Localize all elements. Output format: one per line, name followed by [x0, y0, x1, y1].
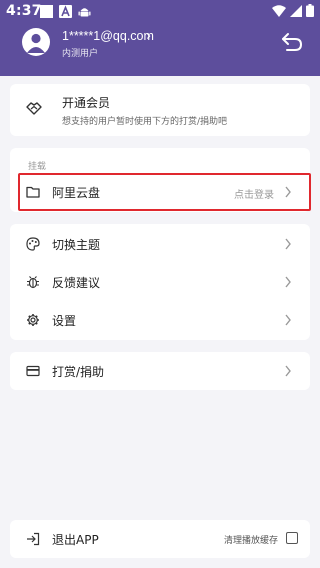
settings-label: 设置: [52, 314, 77, 328]
android-icon: [78, 8, 91, 17]
mount-card: 挂载 阿里云盘 点击登录: [10, 148, 311, 212]
menu-card: 切换主题 反馈建议 设置: [10, 224, 310, 340]
donate-row[interactable]: 打赏/捐助: [10, 353, 310, 389]
chevron-right-icon: [285, 238, 291, 250]
account-email[interactable]: 1*****1@qq.com: [62, 29, 154, 43]
vip-card[interactable]: 开通会员 想支持的用户暂时使用下方的打赏/捐助吧: [10, 84, 310, 136]
status-bar: 4:37: [0, 0, 320, 24]
clear-cache-checkbox[interactable]: [286, 532, 298, 544]
battery-icon: [306, 4, 314, 17]
clear-cache-label: 清理播放缓存: [223, 536, 278, 546]
donate-card: 打赏/捐助: [10, 352, 310, 390]
account-role: 内测用户: [62, 49, 99, 59]
bug-icon: [27, 276, 39, 289]
logout-card: 退出APP 清理播放缓存: [10, 520, 310, 558]
back-icon[interactable]: [281, 32, 303, 52]
status-indicators: [272, 4, 314, 17]
status-time: 4:37: [6, 3, 42, 19]
donate-label: 打赏/捐助: [52, 365, 105, 379]
feedback-label: 反馈建议: [52, 276, 101, 290]
wifi-icon: [272, 4, 286, 17]
theme-label: 切换主题: [52, 238, 101, 252]
card-icon: [26, 365, 40, 377]
palette-icon: [26, 237, 40, 251]
logout-row[interactable]: 退出APP: [10, 521, 190, 557]
a-badge-icon: [59, 5, 72, 18]
user-avatar-icon[interactable]: [22, 28, 50, 56]
logout-label: 退出APP: [52, 533, 99, 547]
signal-icon: [290, 4, 302, 17]
notification-square-icon: [40, 5, 53, 18]
chevron-right-icon: [285, 276, 291, 288]
vip-description: 想支持的用户暂时使用下方的打赏/捐助吧: [62, 117, 228, 127]
chevron-right-icon: [285, 365, 291, 377]
logout-icon: [27, 532, 40, 546]
gear-icon: [27, 314, 39, 326]
theme-row[interactable]: 切换主题: [10, 226, 310, 262]
chevron-right-icon: [285, 314, 291, 326]
mount-section-label: 挂载: [28, 162, 47, 172]
feedback-row[interactable]: 反馈建议: [10, 264, 310, 300]
highlight-box: [18, 173, 311, 211]
vip-title: 开通会员: [62, 96, 111, 110]
account-chevron-icon[interactable]: ›: [146, 29, 151, 44]
settings-row[interactable]: 设置: [10, 302, 310, 338]
top-header: 4:37 1*****1@qq.com › 内测用户: [0, 0, 320, 76]
handshake-icon: [26, 102, 42, 115]
